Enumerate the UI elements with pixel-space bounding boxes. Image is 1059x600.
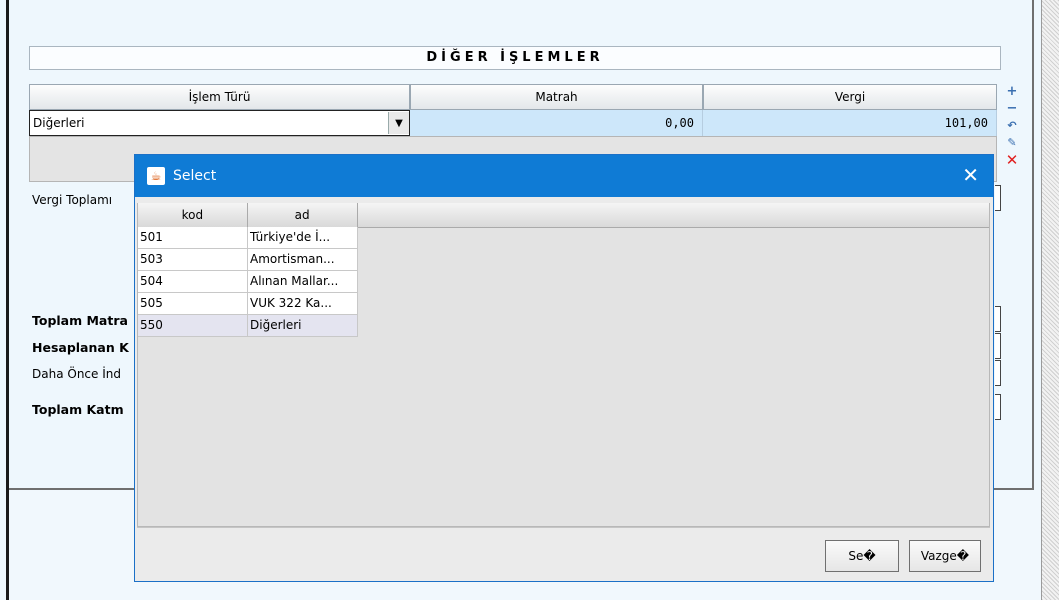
row-toolbar: + − ↶ ✎ ✕ bbox=[1003, 83, 1023, 169]
vergi-cell[interactable]: 101,00 bbox=[703, 110, 997, 136]
column-ad[interactable]: ad bbox=[248, 203, 358, 227]
section-title: DİĞER İŞLEMLER bbox=[29, 46, 1001, 70]
islem-turu-combo[interactable]: Diğerleri ▼ bbox=[29, 110, 410, 136]
select-table: kod ad 501 Türkiye'de İ... 503 Amortisma… bbox=[137, 203, 990, 527]
chevron-down-icon[interactable]: ▼ bbox=[388, 112, 409, 134]
toplam-matrah-field[interactable] bbox=[995, 306, 1001, 332]
cancel-button[interactable]: Vazge� bbox=[909, 540, 981, 572]
header-matrah[interactable]: Matrah bbox=[410, 84, 703, 110]
table-header: kod ad bbox=[138, 203, 989, 228]
delete-icon[interactable]: ✕ bbox=[1003, 151, 1021, 169]
hesaplanan-label: Hesaplanan K bbox=[32, 340, 129, 355]
cell-ad: VUK 322 Ka... bbox=[248, 293, 358, 315]
toplam-katma-field[interactable] bbox=[995, 394, 1001, 420]
matrah-cell[interactable]: 0,00 bbox=[410, 110, 703, 136]
java-icon: ☕ bbox=[147, 167, 165, 185]
plus-icon[interactable]: + bbox=[1003, 83, 1021, 100]
dialog-title-bar[interactable]: ☕ Select ✕ bbox=[135, 155, 993, 197]
daha-once-field[interactable] bbox=[995, 360, 1001, 386]
toplam-matrah-label: Toplam Matra bbox=[32, 313, 128, 328]
undo-icon[interactable]: ↶ bbox=[1003, 117, 1021, 134]
header-islem-turu[interactable]: İşlem Türü bbox=[29, 84, 410, 110]
table-row[interactable]: 505 VUK 322 Ka... bbox=[138, 293, 358, 315]
grid-row: Diğerleri ▼ 0,00 101,00 bbox=[29, 110, 997, 136]
table-body: 501 Türkiye'de İ... 503 Amortisman... 50… bbox=[138, 227, 358, 337]
column-filler bbox=[358, 203, 990, 227]
dialog-button-bar: Se� Vazge� bbox=[137, 527, 990, 580]
cell-kod: 503 bbox=[138, 249, 248, 271]
cell-ad: Türkiye'de İ... bbox=[248, 227, 358, 249]
daha-once-label: Daha Önce İnd bbox=[32, 367, 121, 381]
vergi-toplami-field[interactable] bbox=[995, 185, 1001, 211]
close-icon[interactable]: ✕ bbox=[962, 163, 979, 187]
header-vergi[interactable]: Vergi bbox=[703, 84, 997, 110]
hesaplanan-field[interactable] bbox=[995, 333, 1001, 359]
vergi-toplami-label: Vergi Toplamı bbox=[32, 193, 113, 207]
select-dialog: ☕ Select ✕ kod ad 501 Türkiye'de İ... 50… bbox=[134, 154, 994, 582]
cell-ad: Amortisman... bbox=[248, 249, 358, 271]
cell-ad: Diğerleri bbox=[248, 315, 358, 337]
scrollbar-track[interactable] bbox=[1041, 0, 1059, 600]
islem-turu-value: Diğerleri bbox=[33, 116, 85, 130]
toplam-katma-label: Toplam Katm bbox=[32, 402, 124, 417]
table-row-selected[interactable]: 550 Diğerleri bbox=[138, 315, 358, 337]
cell-kod: 504 bbox=[138, 271, 248, 293]
grid-header: İşlem Türü Matrah Vergi bbox=[29, 84, 997, 110]
table-row[interactable]: 501 Türkiye'de İ... bbox=[138, 227, 358, 249]
cell-kod: 550 bbox=[138, 315, 248, 337]
column-kod[interactable]: kod bbox=[138, 203, 248, 227]
table-row[interactable]: 503 Amortisman... bbox=[138, 249, 358, 271]
table-row[interactable]: 504 Alınan Mallar... bbox=[138, 271, 358, 293]
dialog-title: Select bbox=[173, 168, 217, 184]
cell-kod: 505 bbox=[138, 293, 248, 315]
cell-kod: 501 bbox=[138, 227, 248, 249]
minus-icon[interactable]: − bbox=[1003, 100, 1021, 117]
cell-ad: Alınan Mallar... bbox=[248, 271, 358, 293]
edit-icon[interactable]: ✎ bbox=[1003, 134, 1021, 151]
select-button[interactable]: Se� bbox=[825, 540, 899, 572]
